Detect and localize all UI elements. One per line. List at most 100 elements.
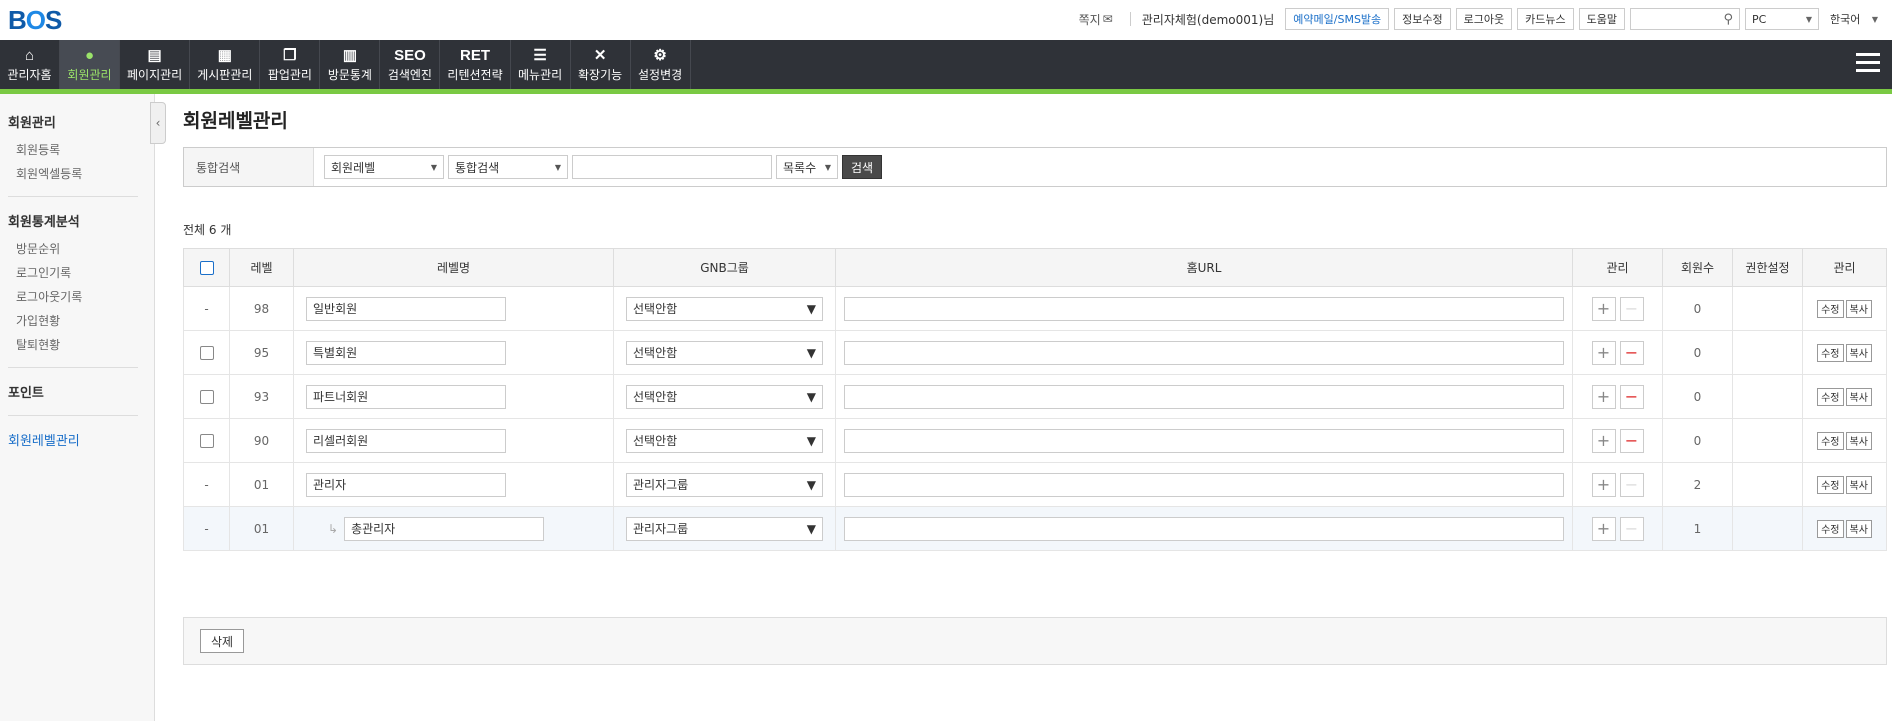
gnb-group-select[interactable]: 선택안함 ▼ — [626, 384, 823, 409]
logo[interactable]: BOS — [8, 5, 62, 36]
select-all-checkbox[interactable] — [199, 260, 214, 275]
device-select[interactable]: PC ▼ — [1745, 8, 1819, 30]
level-name-input[interactable]: 리셀러회원 — [306, 428, 506, 453]
language-select[interactable]: 한국어 ▼ — [1824, 8, 1884, 30]
sidebar-item-member-register[interactable]: 회원등록 — [8, 141, 146, 158]
row-permission — [1732, 330, 1803, 375]
nav-admin-home[interactable]: ⌂ 관리자홈 — [0, 40, 60, 89]
board-icon: ▦ — [217, 47, 232, 64]
sidebar-item-join-status[interactable]: 가입현황 — [8, 312, 146, 329]
search-button[interactable]: 검색 — [842, 155, 883, 179]
gnb-group-select[interactable]: 관리자그룹 ▼ — [626, 516, 823, 541]
search-input[interactable] — [572, 155, 772, 179]
table-row: 95 특별회원 선택안함 ▼ + − 0 수정 복사 — [183, 330, 1887, 375]
copy-button[interactable]: 복사 — [1845, 431, 1872, 450]
edit-info-button[interactable]: 정보수정 — [1394, 8, 1451, 30]
sidebar-group-member-level[interactable]: 회원레벨관리 — [8, 430, 146, 449]
collapse-sidebar-button[interactable]: ‹ — [150, 102, 166, 144]
list-icon: ☰ — [533, 47, 547, 64]
search-icon[interactable]: ⚲ — [1723, 12, 1733, 27]
copy-button[interactable]: 복사 — [1845, 299, 1872, 318]
header-gnb-group: GNB그룹 — [613, 248, 836, 287]
add-button[interactable]: + — [1591, 384, 1616, 409]
row-level: 01 — [229, 462, 294, 507]
remove-button: − — [1619, 472, 1644, 497]
level-name-input[interactable]: 총관리자 — [344, 516, 545, 541]
sidebar-item-logout-log[interactable]: 로그아웃기록 — [8, 288, 146, 305]
search-type-select[interactable]: 회원레벨 ▼ — [324, 155, 444, 179]
top-search-input[interactable]: ⚲ — [1630, 8, 1740, 30]
copy-button[interactable]: 복사 — [1845, 475, 1872, 494]
home-url-input[interactable] — [844, 384, 1564, 409]
logout-button[interactable]: 로그아웃 — [1455, 8, 1513, 30]
gnb-group-select[interactable]: 선택안함 ▼ — [626, 296, 823, 321]
sidebar-item-visit-rank[interactable]: 방문순위 — [8, 240, 146, 257]
level-name-input[interactable]: 특별회원 — [306, 340, 506, 365]
nav-seo[interactable]: SEO 검색엔진 — [380, 40, 441, 89]
edit-button[interactable]: 수정 — [1817, 431, 1844, 450]
nav-extension[interactable]: ✕ 확장기능 — [571, 40, 631, 89]
level-name-input[interactable]: 파트너회원 — [306, 384, 506, 409]
sidebar-item-excel-register[interactable]: 회원엑셀등록 — [8, 165, 146, 182]
remove-button[interactable]: − — [1619, 384, 1644, 409]
sidebar-item-withdraw-status[interactable]: 탈퇴현황 — [8, 336, 146, 353]
chevron-down-icon: ▼ — [806, 301, 816, 316]
nav-stats[interactable]: ▥ 방문통계 — [320, 40, 381, 89]
gnb-group-select[interactable]: 선택안함 ▼ — [626, 428, 823, 453]
copy-button[interactable]: 복사 — [1845, 387, 1872, 406]
home-url-input[interactable] — [844, 340, 1564, 365]
row-checkbox[interactable] — [199, 433, 214, 448]
nav-menu[interactable]: ☰ 메뉴관리 — [511, 40, 571, 89]
nav-settings[interactable]: ⚙ 설정변경 — [631, 40, 691, 89]
message-link[interactable]: 쪽지 ✉ — [1079, 11, 1113, 28]
copy-button[interactable]: 복사 — [1845, 343, 1872, 362]
sidebar-group-stats[interactable]: 회원통계분석 — [8, 211, 146, 230]
row-level: 98 — [229, 286, 294, 331]
level-table: 레벨 레벨명 GNB그룹 홈URL 관리 회원수 권한설정 관리 - 98 일반… — [183, 248, 1887, 551]
add-button[interactable]: + — [1591, 428, 1616, 453]
hamburger-icon[interactable] — [1856, 53, 1880, 77]
home-url-input[interactable] — [844, 296, 1564, 321]
nav-page[interactable]: ▤ 페이지관리 — [120, 40, 191, 89]
sms-button[interactable]: 예약메일/SMS발송 — [1285, 8, 1390, 30]
list-count-select[interactable]: 목록수 ▼ — [776, 155, 838, 179]
remove-button[interactable]: − — [1619, 340, 1644, 365]
level-name-input[interactable]: 관리자 — [306, 472, 506, 497]
delete-button[interactable]: 삭제 — [200, 629, 245, 653]
row-checkbox[interactable] — [199, 389, 214, 404]
remove-button[interactable]: − — [1619, 428, 1644, 453]
sidebar-group-point[interactable]: 포인트 — [8, 382, 146, 401]
copy-button[interactable]: 복사 — [1845, 519, 1872, 538]
row-checkbox[interactable] — [199, 345, 214, 360]
chevron-down-icon: ▼ — [806, 433, 816, 448]
nav-popup[interactable]: ❐ 팝업관리 — [260, 40, 321, 89]
gnb-group-select[interactable]: 관리자그룹 ▼ — [626, 472, 823, 497]
tree-branch-icon: ↳ — [328, 521, 339, 536]
level-name-input[interactable]: 일반회원 — [306, 296, 506, 321]
nav-member[interactable]: ● 회원관리 — [60, 40, 120, 89]
add-button[interactable]: + — [1591, 296, 1616, 321]
gnb-group-select[interactable]: 선택안함 ▼ — [626, 340, 823, 365]
edit-button[interactable]: 수정 — [1817, 343, 1844, 362]
edit-button[interactable]: 수정 — [1817, 519, 1844, 538]
edit-button[interactable]: 수정 — [1817, 387, 1844, 406]
header-level-name: 레벨명 — [293, 248, 614, 287]
row-member-count: 0 — [1662, 286, 1733, 331]
sidebar-item-login-log[interactable]: 로그인기록 — [8, 264, 146, 281]
page-icon: ▤ — [147, 47, 162, 64]
edit-button[interactable]: 수정 — [1817, 475, 1844, 494]
nav-board[interactable]: ▦ 게시판관리 — [190, 40, 261, 89]
nav-retention[interactable]: RET 리텐션전략 — [440, 40, 511, 89]
home-url-input[interactable] — [844, 516, 1564, 541]
home-url-input[interactable] — [844, 428, 1564, 453]
add-button[interactable]: + — [1591, 516, 1616, 541]
card-news-button[interactable]: 카드뉴스 — [1517, 8, 1574, 30]
search-scope-select[interactable]: 통합검색 ▼ — [448, 155, 568, 179]
sidebar-group-member[interactable]: 회원관리 — [8, 112, 146, 131]
help-button[interactable]: 도움말 — [1578, 8, 1625, 30]
row-level: 01 — [229, 506, 294, 551]
home-url-input[interactable] — [844, 472, 1564, 497]
add-button[interactable]: + — [1591, 340, 1616, 365]
edit-button[interactable]: 수정 — [1817, 299, 1844, 318]
add-button[interactable]: + — [1591, 472, 1616, 497]
